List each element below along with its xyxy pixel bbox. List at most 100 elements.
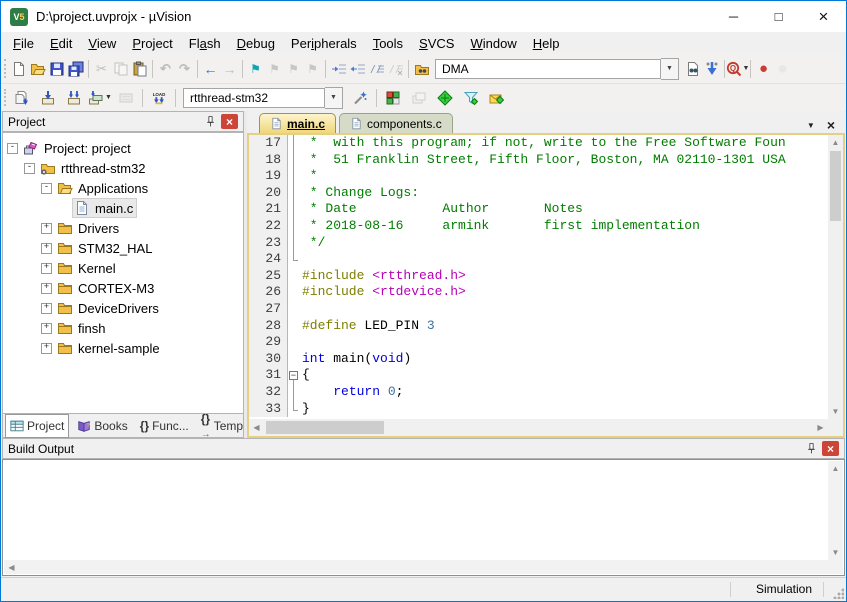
close-button[interactable]: × bbox=[801, 1, 846, 32]
expand-icon[interactable]: + bbox=[41, 243, 52, 254]
line-number[interactable]: 18 bbox=[249, 152, 288, 169]
menu-tools[interactable]: Tools bbox=[365, 34, 411, 53]
line-number[interactable]: 33 bbox=[249, 401, 288, 418]
build-output-horizontal-scrollbar[interactable]: ◀ bbox=[4, 560, 843, 574]
scroll-right-icon[interactable]: ▶ bbox=[813, 420, 828, 435]
menu-edit[interactable]: Edit bbox=[42, 34, 80, 53]
code-editor[interactable]: 17 * with this program; if not, write to… bbox=[249, 135, 828, 419]
menu-window[interactable]: Window bbox=[462, 34, 524, 53]
collapse-icon[interactable]: - bbox=[24, 163, 35, 174]
tree-item-finsh[interactable]: +finsh bbox=[3, 318, 243, 338]
find-text-combo[interactable]: DMA▼ bbox=[435, 59, 679, 79]
expand-icon[interactable]: + bbox=[41, 343, 52, 354]
scroll-left-icon[interactable]: ◀ bbox=[249, 420, 264, 435]
chevron-down-icon[interactable]: ▼ bbox=[105, 94, 112, 101]
menu-project[interactable]: Project bbox=[124, 34, 180, 53]
menu-debug[interactable]: Debug bbox=[229, 34, 283, 53]
line-number[interactable]: 27 bbox=[249, 301, 288, 318]
line-number[interactable]: 24 bbox=[249, 251, 288, 268]
line-number[interactable]: 21 bbox=[249, 201, 288, 218]
project-panel-close-icon[interactable]: × bbox=[221, 114, 238, 129]
expand-icon[interactable]: + bbox=[41, 263, 52, 274]
filter-packs-button[interactable] bbox=[458, 87, 484, 109]
tree-item-main-c[interactable]: -main.c bbox=[3, 198, 243, 218]
document-tab-main-c[interactable]: main.c bbox=[259, 113, 336, 133]
workspace-tab-books[interactable]: ?Books bbox=[73, 415, 131, 437]
manage-run-time-environment-button[interactable] bbox=[380, 87, 406, 109]
incremental-find-button[interactable] bbox=[702, 58, 721, 80]
select-software-packs-button[interactable] bbox=[432, 87, 458, 109]
line-number[interactable]: 19 bbox=[249, 168, 288, 185]
menu-file[interactable]: File bbox=[5, 34, 42, 53]
build-output-body[interactable]: ▲ ▼ ◀ bbox=[2, 459, 845, 576]
expand-icon[interactable]: + bbox=[41, 283, 52, 294]
scrollbar-thumb[interactable] bbox=[266, 421, 384, 434]
tree-item-rtthread-stm32[interactable]: -rtthread-stm32 bbox=[3, 158, 243, 178]
tree-item-devicedrivers[interactable]: +DeviceDrivers bbox=[3, 298, 243, 318]
tree-item-cortex-m3[interactable]: +CORTEX-M3 bbox=[3, 278, 243, 298]
tree-item-stm32-hal[interactable]: +STM32_HAL bbox=[3, 238, 243, 258]
pin-icon[interactable] bbox=[204, 115, 217, 128]
save-all-button[interactable] bbox=[66, 58, 85, 80]
line-number[interactable]: 32 bbox=[249, 384, 288, 401]
build-output-close-icon[interactable]: × bbox=[822, 441, 839, 456]
scroll-down-icon[interactable]: ▼ bbox=[828, 404, 843, 419]
select-target-combo[interactable]: rtthread-stm32▼ bbox=[183, 88, 343, 108]
chevron-down-icon[interactable]: ▼ bbox=[661, 58, 679, 80]
minimize-button[interactable]: ─ bbox=[711, 1, 756, 32]
line-number[interactable]: 25 bbox=[249, 268, 288, 285]
select-target-combo-value[interactable]: rtthread-stm32 bbox=[183, 88, 325, 108]
find-text-combo-value[interactable]: DMA bbox=[435, 59, 661, 79]
maximize-button[interactable]: □ bbox=[756, 1, 801, 32]
expand-icon[interactable]: + bbox=[41, 323, 52, 334]
tree-item-kernel-sample[interactable]: +kernel-sample bbox=[3, 338, 243, 358]
close-document-icon[interactable]: × bbox=[827, 117, 835, 133]
batch-build-button[interactable]: ▼ bbox=[87, 87, 113, 109]
workspace-tab-func[interactable]: {}Func... bbox=[136, 415, 193, 437]
editor-vertical-scrollbar[interactable]: ▲ ▼ bbox=[828, 135, 843, 419]
line-number[interactable]: 20 bbox=[249, 185, 288, 202]
insert-breakpoint-button[interactable]: ● bbox=[754, 58, 773, 80]
scrollbar-thumb[interactable] bbox=[830, 151, 841, 221]
line-number[interactable]: 26 bbox=[249, 284, 288, 301]
indent-button[interactable] bbox=[329, 58, 348, 80]
target-options-button[interactable] bbox=[347, 87, 373, 109]
pack-installer-button[interactable] bbox=[484, 87, 510, 109]
line-number[interactable]: 17 bbox=[249, 135, 288, 152]
menu-view[interactable]: View bbox=[80, 34, 124, 53]
chevron-down-icon[interactable]: ▼ bbox=[743, 65, 750, 72]
code-lens-button[interactable]: Q▼ bbox=[728, 58, 747, 80]
expand-icon[interactable]: + bbox=[41, 223, 52, 234]
rebuild-button[interactable] bbox=[61, 87, 87, 109]
scroll-up-icon[interactable]: ▲ bbox=[828, 135, 843, 150]
paste-button[interactable] bbox=[130, 58, 149, 80]
tree-item-kernel[interactable]: +Kernel bbox=[3, 258, 243, 278]
tree-item-applications[interactable]: -Applications bbox=[3, 178, 243, 198]
collapse-icon[interactable]: - bbox=[7, 143, 18, 154]
line-number[interactable]: 22 bbox=[249, 218, 288, 235]
scroll-up-icon[interactable]: ▲ bbox=[828, 461, 843, 476]
collapse-icon[interactable]: - bbox=[41, 183, 52, 194]
line-number[interactable]: 28 bbox=[249, 318, 288, 335]
new-file-button[interactable] bbox=[9, 58, 28, 80]
comment-selection-button[interactable]: // bbox=[367, 58, 386, 80]
line-number[interactable]: 29 bbox=[249, 334, 288, 351]
navigate-back-button[interactable]: ← bbox=[201, 58, 220, 80]
document-tab-components-c[interactable]: components.c bbox=[339, 113, 453, 133]
translate-button[interactable] bbox=[9, 87, 35, 109]
fold-margin[interactable] bbox=[288, 367, 299, 384]
menu-flash[interactable]: Flash bbox=[181, 34, 229, 53]
find-in-files-button[interactable] bbox=[412, 58, 431, 80]
save-button[interactable] bbox=[47, 58, 66, 80]
line-number[interactable]: 23 bbox=[249, 235, 288, 252]
unindent-button[interactable] bbox=[348, 58, 367, 80]
menu-peripherals[interactable]: Peripherals bbox=[283, 34, 365, 53]
pin-icon[interactable] bbox=[805, 442, 818, 455]
tree-item-drivers[interactable]: +Drivers bbox=[3, 218, 243, 238]
build-output-vertical-scrollbar[interactable]: ▲ ▼ bbox=[828, 461, 843, 560]
menu-help[interactable]: Help bbox=[525, 34, 568, 53]
workspace-tab-project[interactable]: Project bbox=[5, 414, 69, 438]
open-button[interactable] bbox=[28, 58, 47, 80]
find-button[interactable] bbox=[683, 58, 702, 80]
expand-icon[interactable]: + bbox=[41, 303, 52, 314]
